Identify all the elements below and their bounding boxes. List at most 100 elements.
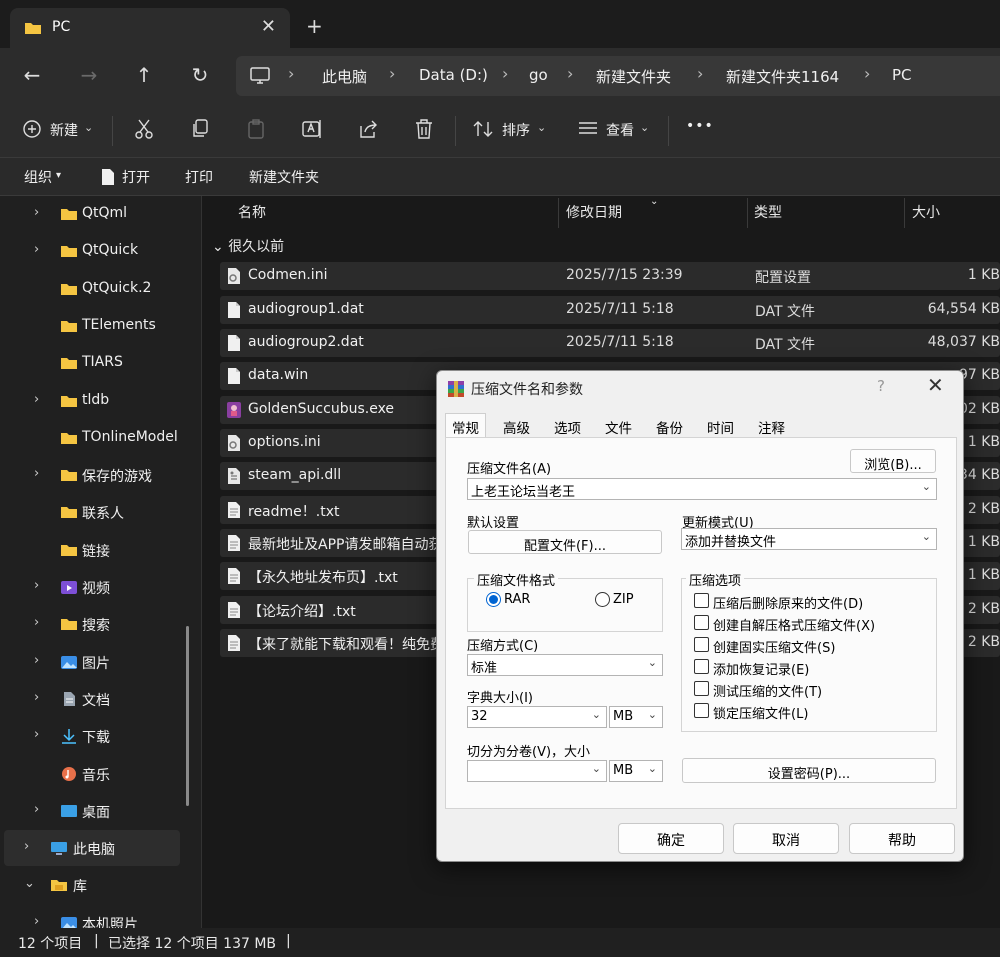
sidebar-item[interactable]: › 图片 [4,644,180,680]
archive-name-input[interactable]: 上老王论坛当老王 ⌄ [467,478,937,500]
breadcrumb-data-d[interactable]: Data (D:) [419,66,488,84]
print-button[interactable]: 打印 [185,167,213,187]
sidebar-item[interactable]: QtQuick.2 [4,271,180,307]
breadcrumb-go[interactable]: go [529,66,548,84]
update-mode-select[interactable]: 添加并替换文件 ⌄ [681,528,937,550]
tab-backup[interactable]: 备份 [656,417,683,437]
new-folder-button[interactable]: 新建文件夹 [249,167,319,187]
copy-icon[interactable] [190,118,210,144]
breadcrumb-new-folder[interactable]: 新建文件夹 [596,66,671,87]
option-checkbox[interactable] [694,615,709,630]
chevron-right-icon[interactable]: › [34,205,39,220]
up-arrow-icon[interactable]: ↑ [132,63,156,87]
tab-pc[interactable]: PC ✕ [10,8,290,48]
close-tab-icon[interactable]: ✕ [261,16,276,37]
set-password-button[interactable]: 设置密码(P)... [682,758,936,783]
chevron-right-icon[interactable]: › [24,839,29,854]
paste-icon[interactable] [246,118,266,144]
column-header-type[interactable]: 类型 [754,202,782,222]
option-checkbox[interactable] [694,703,709,718]
sidebar-item[interactable]: › QtQml [4,196,180,232]
sidebar-item[interactable]: › 保存的游戏 [4,457,180,493]
chevron-right-icon[interactable]: › [34,578,39,593]
chevron-right-icon[interactable]: › [34,653,39,668]
address-bar[interactable]: › 此电脑 › Data (D:) › go › 新建文件夹 › 新建文件夹11… [236,56,1000,96]
browse-button[interactable]: 浏览(B)... [850,449,936,473]
sidebar-scrollbar[interactable] [186,626,189,806]
chevron-down-icon[interactable]: ⌄ [922,480,931,493]
sidebar-item[interactable]: TIARS [4,345,180,381]
tab-time[interactable]: 时间 [707,417,734,437]
chevron-right-icon[interactable]: › [34,466,39,481]
breadcrumb-new-folder-1164[interactable]: 新建文件夹1164 [726,66,839,87]
rar-radio[interactable] [486,592,501,607]
breadcrumb-pc[interactable]: PC [892,66,912,84]
close-icon[interactable]: ✕ [927,373,944,397]
help-icon[interactable]: ? [877,377,885,395]
delete-trash-icon[interactable] [414,118,434,144]
option-checkbox[interactable] [694,593,709,608]
sidebar-item[interactable]: 音乐 [4,756,180,792]
dictionary-unit-select[interactable]: MB ⌄ [609,706,663,728]
tab-files[interactable]: 文件 [605,417,632,437]
option-checkbox[interactable] [694,637,709,652]
share-icon[interactable] [357,118,379,144]
sidebar-item[interactable]: TElements [4,308,180,344]
view-button[interactable]: 查看 [606,120,634,140]
open-button[interactable]: 打开 [122,167,150,187]
option-checkbox[interactable] [694,659,709,674]
sidebar-item[interactable]: › 文档 [4,681,180,717]
back-arrow-icon[interactable]: ← [20,63,44,87]
chevron-right-icon[interactable]: › [34,690,39,705]
chevron-right-icon[interactable]: ⌄ [24,876,35,891]
tab-comment[interactable]: 注释 [758,417,785,437]
column-header-size[interactable]: 大小 [912,202,940,222]
group-header[interactable]: ⌄ 很久以前 [212,236,284,256]
dictionary-select[interactable]: 32 ⌄ [467,706,607,728]
sidebar-item[interactable]: ⌄ 库 [4,867,180,903]
chevron-right-icon[interactable]: › [34,242,39,257]
tab-advanced[interactable]: 高级 [503,417,530,437]
ok-button[interactable]: 确定 [618,823,724,854]
forward-arrow-icon[interactable]: → [77,63,101,87]
sort-button[interactable]: 排序 [502,120,530,140]
option-checkbox[interactable] [694,681,709,696]
sidebar-item[interactable]: › 视频 [4,569,180,605]
sidebar-item[interactable]: › tldb [4,383,180,419]
sidebar-item[interactable]: › 桌面 [4,793,180,829]
split-size-input[interactable]: ⌄ [467,760,607,782]
more-options-button[interactable]: ••• [686,118,714,134]
sidebar-item[interactable]: › 搜索 [4,606,180,642]
profiles-button[interactable]: 配置文件(F)... [468,530,662,554]
new-button[interactable]: 新建 [50,120,78,140]
sidebar-item[interactable]: › 下载 [4,718,180,754]
new-tab-button[interactable]: + [306,14,323,38]
chevron-right-icon[interactable]: › [34,392,39,407]
chevron-right-icon[interactable]: › [34,802,39,817]
tab-general[interactable]: 常规 [445,413,486,438]
file-row[interactable]: Codmen.ini 2025/7/15 23:39 配置设置 1 KB [220,262,1000,290]
sidebar-item[interactable]: 联系人 [4,494,180,530]
column-header-date[interactable]: 修改日期 [566,202,622,222]
file-row[interactable]: audiogroup1.dat 2025/7/11 5:18 DAT 文件 64,55… [220,296,1000,324]
column-header-name[interactable]: 名称 [238,202,266,222]
sidebar-item[interactable]: 链接 [4,532,180,568]
cancel-button[interactable]: 取消 [733,823,839,854]
chevron-right-icon[interactable]: › [34,914,39,929]
sidebar-item[interactable]: TOnlineModel [4,420,180,456]
file-row[interactable]: audiogroup2.dat 2025/7/11 5:18 DAT 文件 48,03… [220,329,1000,357]
chevron-right-icon[interactable]: › [34,727,39,742]
method-select[interactable]: 标准 ⌄ [467,654,663,676]
rename-icon[interactable] [301,118,323,144]
help-button[interactable]: 帮助 [849,823,955,854]
refresh-icon[interactable]: ↻ [188,63,212,87]
cut-icon[interactable] [134,118,154,144]
organize-button[interactable]: 组织 [24,167,52,187]
chevron-right-icon[interactable]: › [34,615,39,630]
breadcrumb-this-pc[interactable]: 此电脑 [322,66,367,87]
sidebar-item[interactable]: › QtQuick [4,233,180,269]
split-unit-select[interactable]: MB ⌄ [609,760,663,782]
tab-options[interactable]: 选项 [554,417,581,437]
zip-radio[interactable] [595,592,610,607]
sidebar-item[interactable]: › 此电脑 [4,830,180,867]
